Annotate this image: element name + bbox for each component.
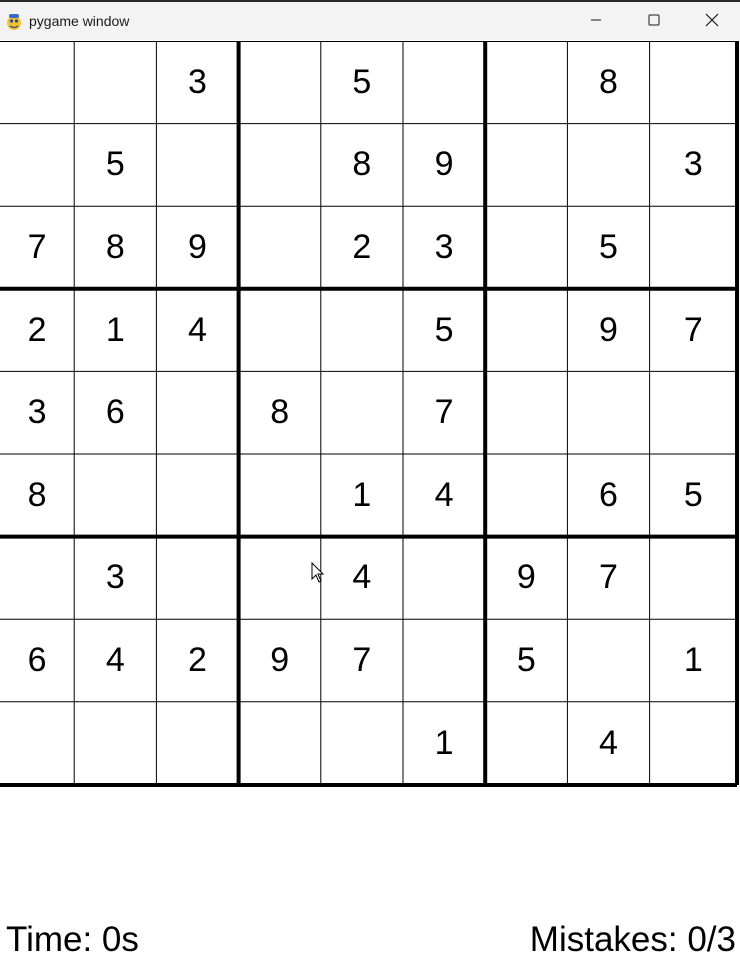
sudoku-cell-r5-c6[interactable]: 7 [403, 371, 485, 454]
sudoku-cell-r9-c7[interactable] [485, 702, 567, 785]
sudoku-cell-r2-c1[interactable] [0, 124, 74, 207]
sudoku-cell-r7-c4[interactable] [239, 537, 321, 620]
sudoku-cell-r3-c9[interactable] [650, 206, 737, 289]
sudoku-cell-r4-c6[interactable]: 5 [403, 289, 485, 372]
sudoku-cell-r5-c8[interactable] [567, 371, 649, 454]
close-button[interactable] [683, 4, 740, 40]
maximize-button[interactable] [625, 4, 683, 40]
mistakes-counter: Mistakes: 0/3 [529, 920, 736, 959]
sudoku-cell-r2-c9[interactable]: 3 [650, 124, 737, 207]
sudoku-cell-r5-c2[interactable]: 6 [74, 371, 156, 454]
sudoku-cell-r5-c1[interactable]: 3 [0, 371, 74, 454]
sudoku-cell-r3-c4[interactable] [239, 206, 321, 289]
sudoku-cell-r7-c5[interactable]: 4 [321, 537, 403, 620]
sudoku-cell-r4-c2[interactable]: 1 [74, 289, 156, 372]
sudoku-cell-r9-c5[interactable] [321, 702, 403, 785]
sudoku-cell-r4-c4[interactable] [239, 289, 321, 372]
sudoku-cell-r6-c8[interactable]: 6 [567, 454, 649, 537]
sudoku-cell-r2-c8[interactable] [567, 124, 649, 207]
sudoku-cell-r9-c3[interactable] [156, 702, 238, 785]
sudoku-cell-r8-c1[interactable]: 6 [0, 619, 74, 702]
sudoku-cell-r8-c6[interactable] [403, 619, 485, 702]
sudoku-cell-r9-c2[interactable] [74, 702, 156, 785]
sudoku-cell-r6-c4[interactable] [239, 454, 321, 537]
sudoku-cell-r4-c5[interactable] [321, 289, 403, 372]
sudoku-cell-r2-c5[interactable]: 8 [321, 124, 403, 207]
sudoku-cell-r6-c5[interactable]: 1 [321, 454, 403, 537]
sudoku-cell-r8-c4[interactable]: 9 [239, 619, 321, 702]
pygame-snake-icon [4, 12, 24, 32]
sudoku-cell-r3-c7[interactable] [485, 206, 567, 289]
sudoku-cell-r3-c2[interactable]: 8 [74, 206, 156, 289]
sudoku-cell-r5-c5[interactable] [321, 371, 403, 454]
sudoku-cell-r1-c2[interactable] [74, 41, 156, 124]
sudoku-cell-r7-c7[interactable]: 9 [485, 537, 567, 620]
maximize-icon [648, 13, 660, 31]
sudoku-cell-r6-c2[interactable] [74, 454, 156, 537]
sudoku-cell-r1-c9[interactable] [650, 41, 737, 124]
sudoku-cell-r8-c9[interactable]: 1 [650, 619, 737, 702]
sudoku-cell-r1-c8[interactable]: 8 [567, 41, 649, 124]
sudoku-cell-r1-c7[interactable] [485, 41, 567, 124]
sudoku-cell-r3-c5[interactable]: 2 [321, 206, 403, 289]
sudoku-cell-r1-c6[interactable] [403, 41, 485, 124]
sudoku-cell-r1-c1[interactable] [0, 41, 74, 124]
sudoku-cell-r4-c9[interactable]: 7 [650, 289, 737, 372]
sudoku-cell-r7-c8[interactable]: 7 [567, 537, 649, 620]
sudoku-cell-r2-c7[interactable] [485, 124, 567, 207]
sudoku-cell-r8-c5[interactable]: 7 [321, 619, 403, 702]
sudoku-cell-r6-c7[interactable] [485, 454, 567, 537]
sudoku-cell-r4-c1[interactable]: 2 [0, 289, 74, 372]
title-bar[interactable]: pygame window [0, 0, 740, 40]
sudoku-cell-r4-c7[interactable] [485, 289, 567, 372]
status-bar: Time: 0s Mistakes: 0/3 [0, 900, 740, 973]
sudoku-cell-r6-c3[interactable] [156, 454, 238, 537]
sudoku-cell-r7-c1[interactable] [0, 537, 74, 620]
pygame-window: pygame window 35858937892352145973687814… [0, 0, 740, 973]
sudoku-cell-r3-c6[interactable]: 3 [403, 206, 485, 289]
sudoku-cell-r6-c1[interactable]: 8 [0, 454, 74, 537]
sudoku-cell-r8-c8[interactable] [567, 619, 649, 702]
sudoku-cell-r7-c9[interactable] [650, 537, 737, 620]
sudoku-cell-r5-c9[interactable] [650, 371, 737, 454]
sudoku-cell-r9-c4[interactable] [239, 702, 321, 785]
sudoku-cell-r9-c6[interactable]: 1 [403, 702, 485, 785]
sudoku-cell-r2-c6[interactable]: 9 [403, 124, 485, 207]
sudoku-cell-r9-c1[interactable] [0, 702, 74, 785]
sudoku-cell-r4-c8[interactable]: 9 [567, 289, 649, 372]
sudoku-cell-r4-c3[interactable]: 4 [156, 289, 238, 372]
sudoku-cell-r3-c3[interactable]: 9 [156, 206, 238, 289]
mouse-cursor-icon [311, 561, 325, 584]
sudoku-cell-r5-c3[interactable] [156, 371, 238, 454]
sudoku-cell-r8-c3[interactable]: 2 [156, 619, 238, 702]
sudoku-cell-r8-c2[interactable]: 4 [74, 619, 156, 702]
sudoku-cell-r6-c9[interactable]: 5 [650, 454, 737, 537]
sudoku-cell-r2-c4[interactable] [239, 124, 321, 207]
sudoku-cell-r7-c6[interactable] [403, 537, 485, 620]
sudoku-cell-r9-c9[interactable] [650, 702, 737, 785]
sudoku-cell-r7-c2[interactable]: 3 [74, 537, 156, 620]
sudoku-cell-r5-c4[interactable]: 8 [239, 371, 321, 454]
close-icon [705, 13, 719, 32]
sudoku-cell-r2-c2[interactable]: 5 [74, 124, 156, 207]
sudoku-cell-r1-c4[interactable] [239, 41, 321, 124]
sudoku-cell-r3-c1[interactable]: 7 [0, 206, 74, 289]
sudoku-cell-r5-c7[interactable] [485, 371, 567, 454]
sudoku-cell-r6-c6[interactable]: 4 [403, 454, 485, 537]
sudoku-board[interactable]: 3585893789235214597368781465349764297511… [0, 41, 740, 788]
minimize-icon [590, 13, 602, 31]
sudoku-cell-r2-c3[interactable] [156, 124, 238, 207]
minimize-button[interactable] [567, 4, 625, 40]
sudoku-cell-r3-c8[interactable]: 5 [567, 206, 649, 289]
sudoku-cell-r1-c5[interactable]: 5 [321, 41, 403, 124]
sudoku-cell-r8-c7[interactable]: 5 [485, 619, 567, 702]
sudoku-cell-r1-c3[interactable]: 3 [156, 41, 238, 124]
timer-label: Time: 0s [6, 920, 139, 959]
window-title: pygame window [29, 13, 130, 29]
sudoku-cell-r9-c8[interactable]: 4 [567, 702, 649, 785]
sudoku-cell-r7-c3[interactable] [156, 537, 238, 620]
